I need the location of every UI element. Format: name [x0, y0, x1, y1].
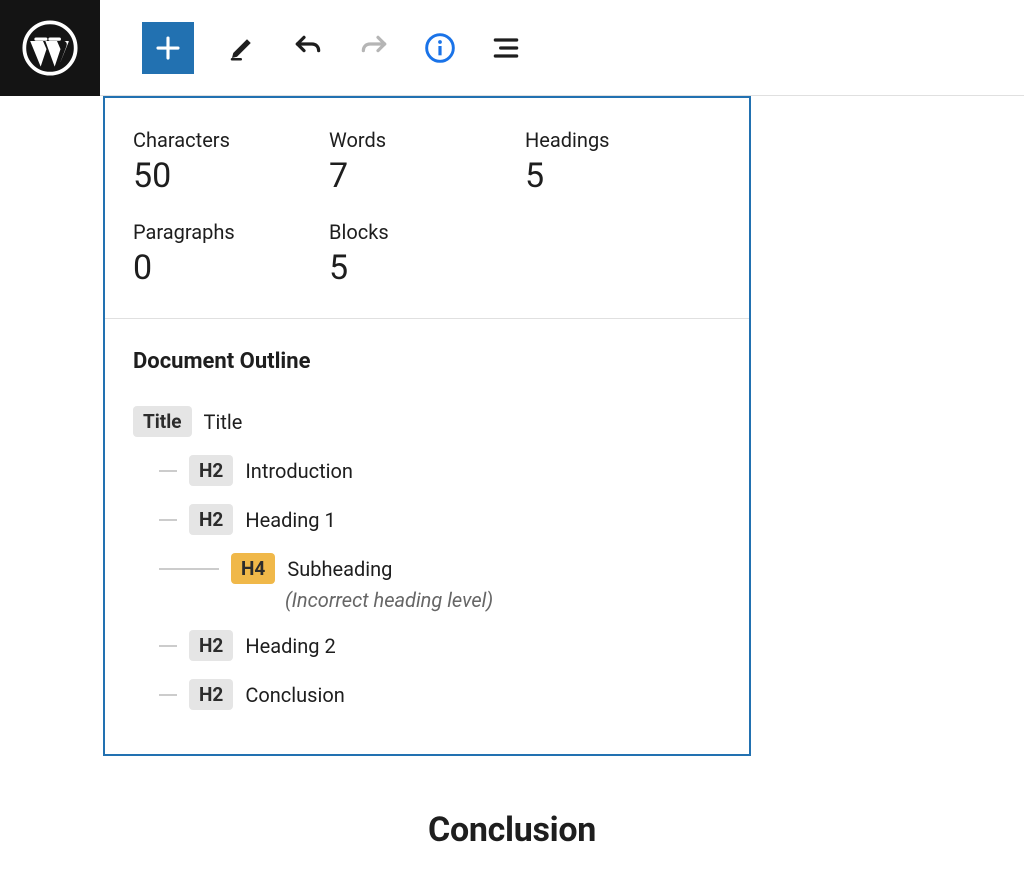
outline-items: Title Title H2 Introduction H2 Heading 1… — [133, 406, 721, 710]
stat-value: 7 — [329, 156, 525, 196]
level-badge: H2 — [189, 679, 233, 710]
stat-label: Paragraphs — [133, 220, 329, 244]
outline-item-h2[interactable]: H2 Heading 1 — [159, 504, 721, 535]
add-block-button[interactable] — [142, 22, 194, 74]
plus-icon — [153, 33, 183, 63]
outline-item-h4-warn[interactable]: H4 Subheading (Incorrect heading level) — [133, 553, 721, 612]
stat-label: Characters — [133, 128, 329, 152]
stat-label: Words — [329, 128, 525, 152]
info-icon — [424, 32, 456, 64]
document-outline: Document Outline Title Title H2 Introduc… — [105, 319, 749, 754]
outline-item-text: Heading 1 — [245, 508, 335, 532]
outline-item-h2[interactable]: H2 Heading 2 — [159, 630, 721, 661]
pencil-icon — [227, 33, 257, 63]
stat-paragraphs: Paragraphs 0 — [133, 220, 329, 288]
undo-button[interactable] — [290, 30, 326, 66]
level-badge: H2 — [189, 455, 233, 486]
outline-item-text: Conclusion — [245, 683, 344, 707]
outline-item-text: Introduction — [245, 459, 353, 483]
edit-mode-button[interactable] — [224, 30, 260, 66]
editor-toolbar — [0, 0, 1024, 96]
document-info-popover: Characters 50 Words 7 Headings 5 Paragra… — [103, 96, 751, 756]
outline-item-h2[interactable]: H2 Conclusion — [159, 679, 721, 710]
stat-characters: Characters 50 — [133, 128, 329, 196]
redo-icon — [358, 32, 390, 64]
tree-connector-icon — [159, 568, 219, 570]
stat-label: Blocks — [329, 220, 525, 244]
level-badge: H2 — [189, 504, 233, 535]
outline-item-h2[interactable]: H2 Introduction — [159, 455, 721, 486]
outline-item-text: Title — [204, 410, 243, 434]
tree-connector-icon — [159, 519, 177, 521]
tree-connector-icon — [159, 470, 177, 472]
tree-connector-icon — [159, 694, 177, 696]
toolbar-buttons — [100, 22, 524, 74]
stat-value: 50 — [133, 156, 329, 196]
wordpress-icon — [22, 20, 78, 76]
stat-label: Headings — [525, 128, 721, 152]
level-badge: Title — [133, 406, 192, 437]
outline-title: Document Outline — [133, 349, 721, 374]
outline-item-text: Subheading — [287, 557, 392, 581]
wordpress-logo[interactable] — [0, 0, 100, 96]
level-badge: H2 — [189, 630, 233, 661]
document-stats: Characters 50 Words 7 Headings 5 Paragra… — [105, 98, 749, 319]
stat-blocks: Blocks 5 — [329, 220, 525, 288]
tree-connector-icon — [159, 645, 177, 647]
level-badge-warning: H4 — [231, 553, 275, 584]
stat-value: 0 — [133, 248, 329, 288]
stat-words: Words 7 — [329, 128, 525, 196]
outline-item-title[interactable]: Title Title — [133, 406, 721, 437]
redo-button[interactable] — [356, 30, 392, 66]
outline-warning-note: (Incorrect heading level) — [285, 588, 721, 612]
undo-icon — [292, 32, 324, 64]
stat-value: 5 — [525, 156, 721, 196]
outline-list-icon — [490, 32, 522, 64]
editor-content-heading[interactable]: Conclusion — [0, 810, 1024, 850]
stat-headings: Headings 5 — [525, 128, 721, 196]
outline-item-text: Heading 2 — [245, 634, 335, 658]
info-button[interactable] — [422, 30, 458, 66]
stat-value: 5 — [329, 248, 525, 288]
list-view-button[interactable] — [488, 30, 524, 66]
